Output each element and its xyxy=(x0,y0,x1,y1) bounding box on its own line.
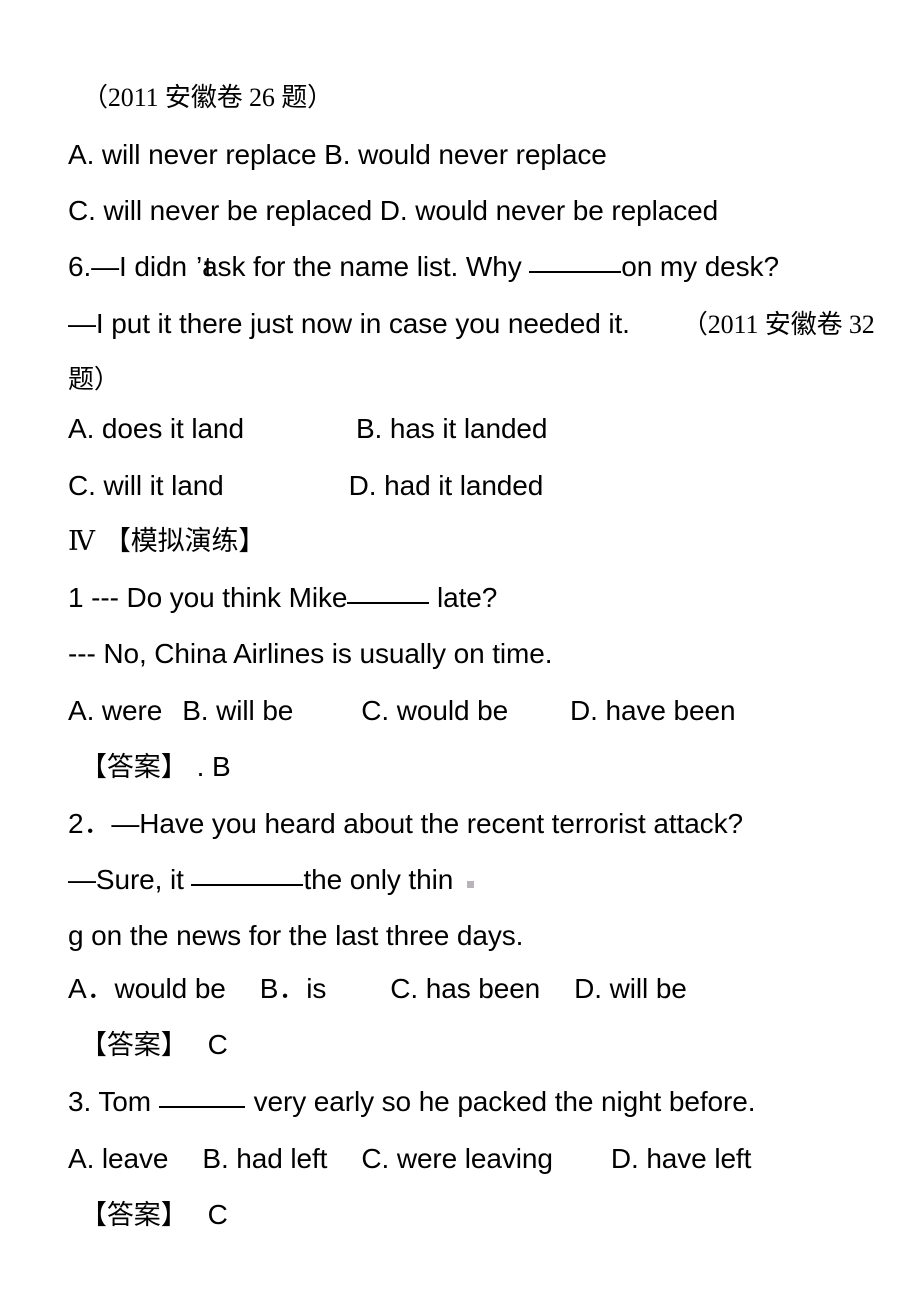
q6-choice-d: D. had it landed xyxy=(348,470,544,501)
mock-1-reply-text: --- No, China Airlines is usually on tim… xyxy=(68,638,553,669)
source-reference-text: （2011 安徽卷 26 题） xyxy=(82,83,334,112)
mock-3-prompt: 3. Tom very early so he packed the night… xyxy=(68,1085,755,1119)
mock-2-reply-prefix: —Sure, it xyxy=(68,864,192,895)
mock-2-choice-a: A．would be xyxy=(68,973,226,1004)
question-6-reply: —I put it there just now in case you nee… xyxy=(68,307,875,342)
mock-1-answer: 【答案】 . B xyxy=(80,750,231,784)
question-6-prompt: 6.—I didn’task for the name list. Why on… xyxy=(68,251,779,282)
q5-choices-cd-text: C. will never be replaced D. would never… xyxy=(68,195,719,226)
stray-speck-artifact xyxy=(467,881,475,888)
q6-answer-blank[interactable] xyxy=(529,254,622,273)
mock-2-choice-c: C. has been xyxy=(390,973,541,1004)
mock-3-choice-a: A. leave xyxy=(68,1143,169,1174)
q5-choices-ab-text: A. will never replace B. would never rep… xyxy=(68,139,607,170)
source-reference-line: （2011 安徽卷 26 题） xyxy=(82,80,333,115)
mock-3-choice-b: B. had left xyxy=(202,1143,328,1174)
mock-1-choice-b: B. will be xyxy=(182,695,294,726)
source-reference-2-continuation-text: 题） xyxy=(68,365,120,394)
mock-3-answer-label: 【答案】 xyxy=(80,1200,188,1230)
mock-3-answer-value: C xyxy=(207,1199,228,1230)
q6-prompt-suffix: on my desk? xyxy=(621,251,779,282)
q6-choice-b: B. has it landed xyxy=(355,413,548,444)
mock-2-choice-b: B．is xyxy=(259,973,327,1004)
mock-2-choice-d: D. will be xyxy=(574,973,687,1004)
section-roman-numeral: Ⅳ xyxy=(68,526,95,556)
mock-1-choice-c: C. would be xyxy=(361,695,509,726)
mock-1-choices: A. were B. will be C. would be D. have been xyxy=(68,694,736,728)
mock-2-reply-continuation: g on the news for the last three days. xyxy=(68,919,523,953)
mock-2-reply-continuation-text: g on the news for the last three days. xyxy=(68,920,524,951)
mock-2-prompt: 2．—Have you heard about the recent terro… xyxy=(68,807,743,841)
mock-2-choices: A．would be B．is C. has been D. will be xyxy=(68,972,687,1006)
mock-2-answer-value: C xyxy=(207,1029,228,1060)
mock-1-reply: --- No, China Airlines is usually on tim… xyxy=(68,637,553,671)
q5-choices-cd: C. will never be replaced D. would never… xyxy=(68,194,718,228)
q6-prompt-prefix: 6.—I didn xyxy=(68,251,187,282)
q6-choices-cd: C. will it land D. had it landed xyxy=(68,469,543,503)
mock-1-prompt-suffix: late? xyxy=(429,582,498,613)
mock-3-choice-d: D. have left xyxy=(610,1143,752,1174)
section-heading: Ⅳ 【模拟演练】 xyxy=(68,524,265,558)
mock-2-prompt-text: 2．—Have you heard about the recent terro… xyxy=(68,808,743,839)
mock-3-answer: 【答案】 C xyxy=(80,1198,228,1232)
mock-1-answer-blank[interactable] xyxy=(347,585,430,604)
mock-2-answer-label: 【答案】 xyxy=(80,1030,188,1060)
q6-choice-c: C. will it land xyxy=(68,470,224,501)
mock-2-answer: 【答案】 C xyxy=(80,1028,228,1062)
document-page: （2011 安徽卷 26 题） A. will never replace B.… xyxy=(0,0,920,1301)
mock-3-prompt-suffix: very early so he packed the night before… xyxy=(253,1086,756,1117)
mock-3-prompt-prefix: 3. Tom xyxy=(68,1086,159,1117)
mock-1-prompt: 1 --- Do you think Mike late? xyxy=(68,581,497,615)
mock-1-answer-label: 【答案】 xyxy=(80,752,188,782)
mock-3-choices: A. leave B. had left C. were leaving D. hav… xyxy=(68,1142,751,1176)
q5-choices-ab: A. will never replace B. would never rep… xyxy=(68,138,607,172)
q6-choice-a: A. does it land xyxy=(68,413,244,444)
q6-reply-text: —I put it there just now in case you nee… xyxy=(68,308,630,339)
mock-1-choice-d: D. have been xyxy=(570,695,736,726)
mock-1-prompt-prefix: 1 --- Do you think Mike xyxy=(68,582,348,613)
q6-prompt-middle: ask for the name list. Why xyxy=(202,251,530,282)
mock-2-reply-middle: the only thin xyxy=(303,864,454,895)
source-reference-2-continuation: 题） xyxy=(68,362,120,397)
mock-2-reply: —Sure, it the only thin xyxy=(68,863,475,897)
source-reference-2-text: （2011 安徽卷 32 xyxy=(681,310,875,339)
mock-1-choice-a: A. were xyxy=(68,695,163,726)
mock-2-answer-blank[interactable] xyxy=(191,867,304,886)
mock-3-answer-blank[interactable] xyxy=(158,1089,245,1108)
mock-3-choice-c: C. were leaving xyxy=(361,1143,553,1174)
section-heading-title: 【模拟演练】 xyxy=(103,526,266,556)
mock-1-answer-value: . B xyxy=(196,751,231,782)
q6-choices-ab: A. does it land B. has it landed xyxy=(68,412,547,446)
